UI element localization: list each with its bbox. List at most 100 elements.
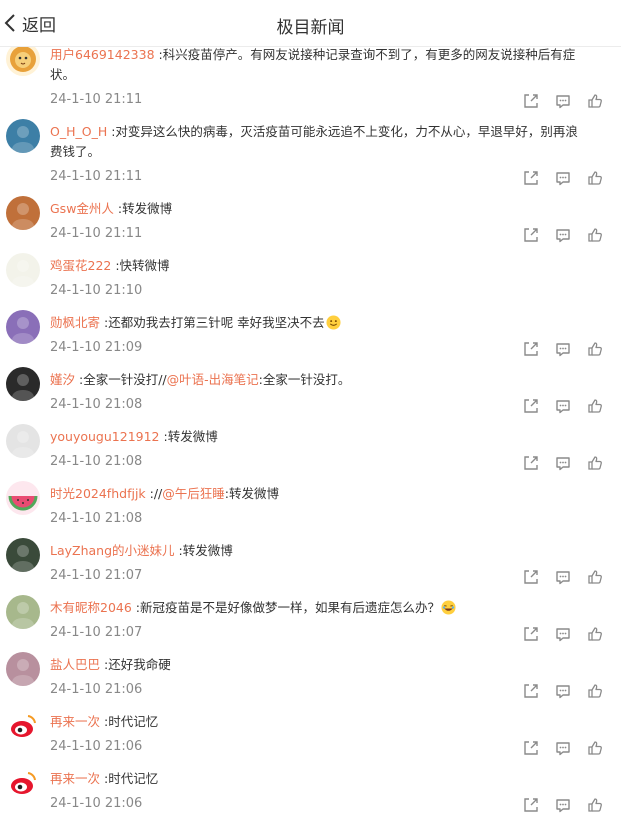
user-avatar[interactable]	[6, 253, 40, 287]
share-icon[interactable]	[523, 398, 539, 414]
like-icon[interactable]	[587, 797, 603, 813]
comment-actions	[523, 797, 607, 813]
share-icon[interactable]	[523, 683, 539, 699]
comment-time: 24-1-10 21:08	[50, 397, 143, 412]
comment-item: O_H_O_H :对变异这么快的病毒，灭活疫苗可能永远追不上变化，力不从心，早退…	[0, 114, 621, 191]
user-avatar[interactable]	[6, 766, 40, 800]
user-avatar[interactable]	[6, 196, 40, 230]
username-link[interactable]: 时光2024fhdfjjk	[50, 486, 146, 501]
comment-body: :还好我命硬	[100, 657, 171, 672]
comment-body: :对变异这么快的病毒，灭活疫苗可能永远追不上变化，力不从心，早退早好，别再浪费钱…	[50, 124, 578, 159]
username-link[interactable]: 勋枫北寄	[50, 315, 100, 330]
comment-body: :新冠疫苗是不是好像做梦一样，如果有后遗症怎么办？	[131, 600, 440, 615]
like-icon[interactable]	[587, 398, 603, 414]
user-avatar[interactable]	[6, 310, 40, 344]
top-bar: 返回 极目新闻	[0, 0, 621, 47]
comment-text: 木有昵称2046 :新冠疫苗是不是好像做梦一样，如果有后遗症怎么办？	[50, 598, 585, 618]
comment-time: 24-1-10 21:11	[50, 226, 143, 241]
comment-time: 24-1-10 21:08	[50, 511, 143, 526]
comment-actions	[523, 569, 607, 585]
comment-icon[interactable]	[555, 170, 571, 186]
comment-body: :转发微博	[113, 201, 173, 216]
username-link[interactable]: 木有昵称2046	[50, 600, 132, 615]
share-icon[interactable]	[523, 797, 539, 813]
comment-icon[interactable]	[555, 797, 571, 813]
comment-item: 勋枫北寄 :还都劝我去打第三针呢 幸好我坚决不去 24-1-10 21:09	[0, 305, 621, 362]
comment-text: O_H_O_H :对变异这么快的病毒，灭活疫苗可能永远追不上变化，力不从心，早退…	[50, 122, 585, 162]
comment-text: Gsw金州人 :转发微博	[50, 199, 585, 219]
username-link[interactable]: 嫤汐	[50, 372, 75, 387]
comment-time: 24-1-10 21:07	[50, 625, 143, 640]
like-icon[interactable]	[587, 626, 603, 642]
comment-text: 用户6469142338 :科兴疫苗停产。有网友说接种记录查询不到了，有更多的网…	[50, 45, 585, 85]
username-link[interactable]: 盐人巴巴	[50, 657, 100, 672]
user-avatar[interactable]	[6, 709, 40, 743]
mention-link[interactable]: @叶语-出海笔记	[167, 372, 259, 387]
comment-text: LayZhang的小迷妹儿 :转发微博	[50, 541, 585, 561]
comment-item: 木有昵称2046 :新冠疫苗是不是好像做梦一样，如果有后遗症怎么办？ 24-1-1…	[0, 590, 621, 647]
username-link[interactable]: O_H_O_H	[50, 124, 107, 139]
comment-icon[interactable]	[555, 455, 571, 471]
comment-text: 嫤汐 :全家一针没打//@叶语-出海笔记:全家一针没打。	[50, 370, 585, 390]
comment-time: 24-1-10 21:11	[50, 92, 143, 107]
comment-icon[interactable]	[555, 740, 571, 756]
like-icon[interactable]	[587, 455, 603, 471]
comment-item: 盐人巴巴 :还好我命硬 24-1-10 21:06	[0, 647, 621, 704]
username-link[interactable]: youyougu121912	[50, 429, 160, 444]
comment-icon[interactable]	[555, 626, 571, 642]
comment-body: :转发微博	[159, 429, 218, 444]
comment-actions	[523, 227, 607, 243]
share-icon[interactable]	[523, 455, 539, 471]
share-icon[interactable]	[523, 569, 539, 585]
comment-body-cont: :转发微博	[224, 486, 279, 501]
username-link[interactable]: LayZhang的小迷妹儿	[50, 543, 175, 558]
user-avatar[interactable]	[6, 481, 40, 515]
comment-item: 时光2024fhdfjjk ://@午后狂睡:转发微博 24-1-10 21:08	[0, 476, 621, 533]
like-icon[interactable]	[587, 93, 603, 109]
comment-icon[interactable]	[555, 683, 571, 699]
share-icon[interactable]	[523, 170, 539, 186]
comment-icon[interactable]	[555, 93, 571, 109]
comment-time: 24-1-10 21:07	[50, 568, 143, 583]
username-link[interactable]: 再来一次	[50, 714, 100, 729]
comment-icon[interactable]	[555, 341, 571, 357]
comment-time: 24-1-10 21:06	[50, 796, 143, 811]
mention-link[interactable]: @午后狂睡	[162, 486, 225, 501]
like-icon[interactable]	[587, 683, 603, 699]
share-icon[interactable]	[523, 227, 539, 243]
username-link[interactable]: 再来一次	[50, 771, 100, 786]
like-icon[interactable]	[587, 227, 603, 243]
comment-time: 24-1-10 21:09	[50, 340, 143, 355]
username-link[interactable]: 鸡蛋花222	[50, 258, 111, 273]
comment-item: youyougu121912 :转发微博 24-1-10 21:08	[0, 419, 621, 476]
comment-item: LayZhang的小迷妹儿 :转发微博 24-1-10 21:07	[0, 533, 621, 590]
username-link[interactable]: 用户6469142338	[50, 47, 155, 62]
user-avatar[interactable]	[6, 42, 40, 76]
comment-item: 鸡蛋花222 :快转微博 24-1-10 21:10	[0, 248, 621, 305]
share-icon[interactable]	[523, 740, 539, 756]
share-icon[interactable]	[523, 341, 539, 357]
like-icon[interactable]	[587, 740, 603, 756]
comment-actions	[523, 170, 607, 186]
username-link[interactable]: Gsw金州人	[50, 201, 114, 216]
comment-time: 24-1-10 21:10	[50, 283, 143, 298]
comment-icon[interactable]	[555, 227, 571, 243]
user-avatar[interactable]	[6, 595, 40, 629]
user-avatar[interactable]	[6, 119, 40, 153]
comment-item: 用户6469142338 :科兴疫苗停产。有网友说接种记录查询不到了，有更多的网…	[0, 37, 621, 114]
comment-actions	[523, 341, 607, 357]
like-icon[interactable]	[587, 341, 603, 357]
user-avatar[interactable]	[6, 424, 40, 458]
user-avatar[interactable]	[6, 538, 40, 572]
like-icon[interactable]	[587, 569, 603, 585]
share-icon[interactable]	[523, 93, 539, 109]
user-avatar[interactable]	[6, 367, 40, 401]
like-icon[interactable]	[587, 170, 603, 186]
user-avatar[interactable]	[6, 652, 40, 686]
comment-item: 再来一次 :时代记忆 24-1-10 21:06	[0, 704, 621, 761]
comment-icon[interactable]	[555, 398, 571, 414]
comment-body: :时代记忆	[100, 714, 159, 729]
comment-icon[interactable]	[555, 569, 571, 585]
comment-actions	[523, 626, 607, 642]
share-icon[interactable]	[523, 626, 539, 642]
